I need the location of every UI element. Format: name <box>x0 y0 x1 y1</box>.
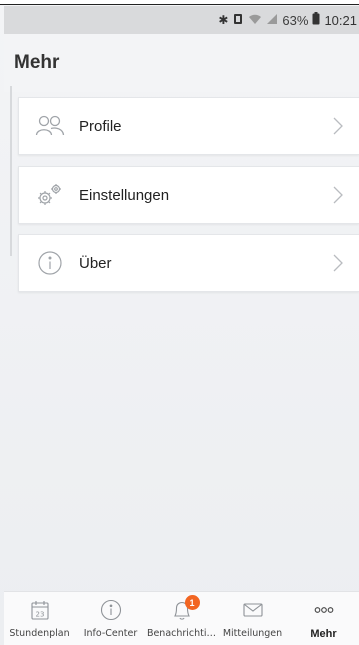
chevron-right-icon <box>333 254 343 277</box>
top-border <box>0 0 359 5</box>
tab-label: Stundenplan <box>9 628 70 639</box>
signal-icon <box>266 13 278 28</box>
menu-item-about[interactable]: Über <box>18 234 359 292</box>
tab-stundenplan[interactable]: 23 Stundenplan <box>4 592 75 645</box>
side-divider <box>10 86 12 256</box>
envelope-icon <box>242 598 263 622</box>
page-header: Mehr <box>4 34 359 92</box>
status-bar: ✱ 63% 10:21 <box>4 6 359 34</box>
wifi-icon <box>248 13 262 28</box>
gears-icon <box>35 180 65 210</box>
tab-info-center[interactable]: Info-Center <box>75 592 146 645</box>
page-title: Mehr <box>14 52 60 73</box>
calendar-icon: 23 <box>30 598 49 622</box>
vibrate-icon <box>232 13 244 28</box>
tab-mehr[interactable]: Mehr <box>288 592 359 645</box>
tab-benachrichtigungen[interactable]: 1 Benachrichti… <box>146 592 217 645</box>
notification-badge: 1 <box>184 595 200 610</box>
bell-icon: 1 <box>171 595 200 622</box>
bottom-tab-bar: 23 Stundenplan Info-Center 1 Benachricht… <box>4 591 359 645</box>
tab-label: Benachrichti… <box>146 628 217 639</box>
menu-item-label: Profile <box>79 117 122 135</box>
tab-mitteilungen[interactable]: Mitteilungen <box>217 592 288 645</box>
menu-item-label: Einstellungen <box>79 186 170 204</box>
app-screen: ✱ 63% 10:21 Mehr Profile Einstellungen Ü… <box>0 0 359 645</box>
more-icon <box>314 598 334 622</box>
users-icon <box>35 111 65 141</box>
tab-label: Info-Center <box>83 628 138 639</box>
clock: 10:21 <box>324 12 357 28</box>
info-icon <box>100 598 122 622</box>
calendar-day: 23 <box>35 611 44 619</box>
menu-item-settings[interactable]: Einstellungen <box>18 166 359 224</box>
battery-percent: 63% <box>282 12 309 28</box>
info-icon <box>35 248 65 278</box>
tab-label: Mehr <box>310 628 337 640</box>
chevron-right-icon <box>333 186 343 209</box>
chevron-right-icon <box>333 117 343 140</box>
menu-item-profile[interactable]: Profile <box>18 97 359 155</box>
menu-item-label: Über <box>79 254 112 272</box>
bluetooth-icon: ✱ <box>218 13 229 27</box>
tab-label: Mitteilungen <box>222 628 283 639</box>
battery-icon <box>312 12 320 28</box>
